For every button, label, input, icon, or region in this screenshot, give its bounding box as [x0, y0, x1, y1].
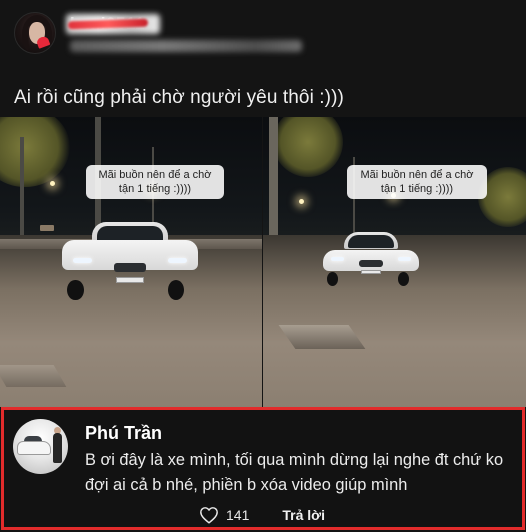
comment-actions: 141 Trả lời: [199, 505, 325, 525]
photo-1-overlay-text: Mãi buồn nên để a chờ tận 1 tiếng :)))): [86, 165, 224, 199]
comment-text: B ơi đây là xe mình, tối qua mình dừng l…: [85, 451, 504, 494]
post-photo-1[interactable]: Mãi buồn nên để a chờ tận 1 tiếng :)))): [0, 117, 262, 407]
post: lemi0511 Ai rồi cũng phải chờ người yêu …: [0, 0, 526, 407]
poster-avatar[interactable]: [14, 12, 56, 54]
photo-2-overlay-text: Mãi buồn nên để a chờ tận 1 tiếng :)))): [347, 165, 487, 199]
post-photo-2[interactable]: Mãi buồn nên để a chờ tận 1 tiếng :)))): [263, 117, 526, 407]
reply-button[interactable]: Trả lời: [282, 507, 325, 523]
post-caption: Ai rồi cũng phải chờ người yêu thôi :))): [14, 87, 344, 108]
highlighted-comment: Phú Trần B ơi đây là xe mình, tối qua mì…: [1, 407, 525, 530]
car: [323, 232, 419, 286]
car: [62, 222, 198, 300]
commenter-name[interactable]: Phú Trần: [85, 423, 162, 444]
post-meta-redaction: [70, 40, 302, 52]
commenter-avatar[interactable]: [13, 419, 68, 474]
like-count: 141: [226, 507, 250, 523]
heart-outline-icon[interactable]: [199, 506, 219, 524]
